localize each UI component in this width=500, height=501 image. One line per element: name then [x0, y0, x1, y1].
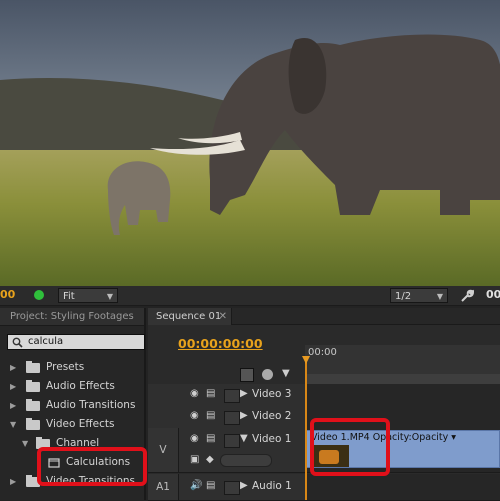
chevron-down-icon: ▼ [436, 292, 443, 301]
track-label: Audio 1 [252, 480, 292, 492]
clip-highlight [310, 418, 390, 476]
track-header-video1[interactable]: V ◉ ▤ ▼ Video 1 ▣ ◆ [148, 428, 305, 473]
zoom-dropdown[interactable]: Fit ▼ [58, 288, 118, 303]
speaker-icon[interactable]: 🔊 [190, 480, 202, 491]
folder-icon [26, 361, 40, 373]
sequence-timecode[interactable]: 00:00:00:00 [178, 336, 263, 351]
keyframe-navigator[interactable] [220, 454, 272, 467]
collapse-triangle-icon[interactable]: ▼ [240, 433, 248, 444]
resolution-dropdown[interactable]: 1/2 ▼ [390, 288, 448, 303]
folder-icon [26, 418, 40, 430]
track-label: Video 1 [252, 433, 292, 445]
wrench-icon[interactable] [460, 289, 474, 303]
close-icon[interactable]: ✕ [219, 308, 227, 325]
track-toggle-icon[interactable] [224, 411, 240, 425]
lock-icon[interactable]: ▤ [206, 480, 215, 491]
search-input-value: calcula [28, 336, 64, 347]
lock-icon[interactable]: ▤ [206, 410, 215, 421]
chevron-down-icon: ▼ [106, 292, 113, 301]
sequence-tab[interactable]: Sequence 01 ✕ [148, 308, 232, 325]
expand-triangle-icon[interactable]: ▶ [10, 396, 16, 415]
display-style-icon[interactable]: ▣ [190, 454, 199, 465]
project-tab[interactable]: Project: Styling Footages [0, 308, 144, 326]
expand-triangle-icon[interactable]: ▶ [10, 358, 16, 377]
track-area-audio1[interactable] [305, 474, 500, 501]
track-label: Video 3 [252, 388, 292, 400]
tree-item-video-effects[interactable]: ▼ Video Effects [0, 415, 146, 434]
playhead-line[interactable] [305, 356, 307, 500]
project-panel: Project: Styling Footages calcula ▶ Pres… [0, 308, 147, 500]
expand-triangle-icon[interactable]: ▶ [240, 410, 248, 421]
tree-item-presets[interactable]: ▶ Presets [0, 358, 146, 377]
resolution-dropdown-value: 1/2 [395, 291, 412, 302]
collapse-triangle-icon[interactable]: ▼ [22, 434, 28, 453]
track-toggle-icon[interactable] [224, 434, 240, 448]
add-marker-icon[interactable]: ▼ [282, 368, 290, 379]
tree-item-audio-effects[interactable]: ▶ Audio Effects [0, 377, 146, 396]
expand-triangle-icon[interactable]: ▶ [10, 377, 16, 396]
monitor-timecode-right[interactable]: 00 [486, 288, 500, 301]
track-header-video2[interactable]: ◉ ▤ ▶ Video 2 [148, 406, 305, 429]
status-indicator-icon [34, 290, 44, 300]
expand-triangle-icon[interactable]: ▶ [240, 388, 248, 399]
target-video-label[interactable]: V [148, 428, 179, 472]
search-icon [12, 337, 23, 348]
tree-item-label: Presets [46, 361, 85, 373]
zoom-dropdown-value: Fit [63, 291, 75, 302]
collapse-triangle-icon[interactable]: ▼ [10, 415, 16, 434]
expand-triangle-icon[interactable]: ▶ [10, 472, 16, 491]
track-toggle-icon[interactable] [224, 481, 240, 495]
tree-item-label: Audio Transitions [46, 399, 136, 411]
folder-icon [26, 399, 40, 411]
sequence-tab-label: Sequence 01 [156, 311, 222, 322]
tree-item-label: Audio Effects [46, 380, 115, 392]
effects-search-input[interactable]: calcula [7, 334, 145, 350]
track-header-video3[interactable]: ◉ ▤ ▶ Video 3 [148, 384, 305, 407]
snap-icon[interactable] [240, 368, 254, 382]
video-frame-elephants [0, 0, 500, 286]
eye-icon[interactable]: ◉ [190, 410, 199, 421]
lock-icon[interactable]: ▤ [206, 433, 215, 444]
tree-item-label: Video Effects [46, 418, 115, 430]
timeline-panel: Sequence 01 ✕ 00:00:00:00 00:00 ▼ ◉ ▤ ▶ … [148, 308, 500, 501]
track-label: Video 2 [252, 410, 292, 422]
folder-icon [26, 380, 40, 392]
monitor-timecode-left[interactable]: 00 [0, 288, 15, 301]
track-toggle-icon[interactable] [224, 389, 240, 403]
marker-icon[interactable] [262, 369, 273, 380]
program-monitor [0, 0, 500, 286]
playhead-handle[interactable] [302, 356, 310, 364]
tree-item-audio-transitions[interactable]: ▶ Audio Transitions [0, 396, 146, 415]
eye-icon[interactable]: ◉ [190, 433, 199, 444]
lock-icon[interactable]: ▤ [206, 388, 215, 399]
monitor-controls-bar: 00 Fit ▼ 1/2 ▼ 00 [0, 286, 500, 306]
keyframe-icon[interactable]: ◆ [206, 454, 214, 465]
expand-triangle-icon[interactable]: ▶ [240, 480, 248, 491]
track-area-video3[interactable] [305, 384, 500, 407]
ruler-label: 00:00 [308, 347, 337, 358]
calculations-highlight [37, 447, 147, 486]
track-header-audio1[interactable]: A1 🔊 ▤ ▶ Audio 1 [148, 474, 305, 501]
eye-icon[interactable]: ◉ [190, 388, 199, 399]
target-audio-label[interactable]: A1 [148, 474, 179, 500]
